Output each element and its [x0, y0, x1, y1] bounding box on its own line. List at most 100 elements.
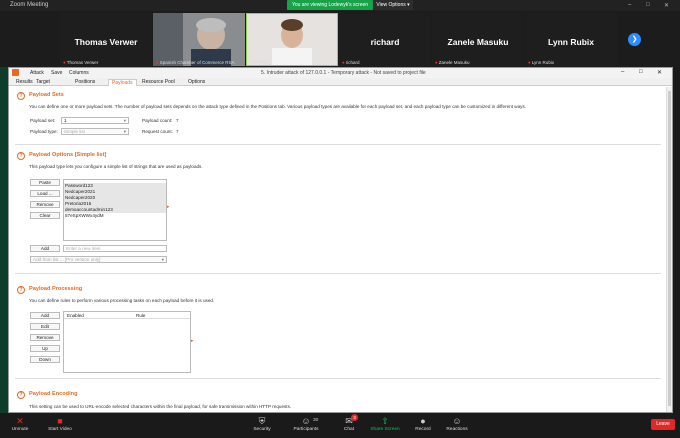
participant-tile[interactable]: Thomas Verwer ●Thomas Verwer [60, 13, 152, 66]
participant-tile-video-active[interactable]: Lodewyk [246, 13, 338, 66]
participant-label: Zanele Masuku [438, 60, 470, 65]
rule-edit-button[interactable]: Edit [30, 323, 60, 330]
remove-button[interactable]: Remove [30, 201, 60, 208]
video-off-icon: ■ [57, 416, 63, 426]
menu-save[interactable]: Save [51, 70, 62, 76]
maximize-icon[interactable]: □ [639, 69, 643, 75]
share-banner: You are viewing Lodewyk's screen [287, 0, 373, 10]
shield-icon: ⛨ [258, 416, 266, 426]
request-count-label: Request count: [142, 129, 173, 134]
burp-intruder-window: Attack Save Columns 5. Intruder attack o… [8, 67, 673, 413]
muted-mic-icon: ● [435, 60, 438, 65]
reactions-icon: ☺ [452, 416, 462, 426]
payload-encoding-title: Payload Encoding [29, 391, 78, 397]
tab-options[interactable]: Options [185, 79, 208, 86]
payload-list[interactable]: Password123 Nedcaper2021 Nedcaper2020 Pr… [63, 179, 167, 241]
minimize-icon[interactable]: – [628, 2, 631, 8]
participant-label: Lodewyk [250, 59, 268, 64]
participant-tile-video[interactable]: ●Spanish Chamber of Commerce RSA [153, 13, 245, 66]
participant-name: richard [370, 37, 400, 47]
burp-logo-icon [12, 69, 19, 76]
vertical-scrollbar[interactable] [666, 87, 672, 412]
minimize-icon[interactable]: – [621, 69, 624, 75]
burp-titlebar: Attack Save Columns 5. Intruder attack o… [9, 68, 672, 78]
burp-tabs: Results Target Positions Payloads Resour… [9, 78, 672, 86]
tab-target[interactable]: Target [33, 79, 53, 86]
menu-attack[interactable]: Attack [30, 70, 44, 76]
tab-positions[interactable]: Positions [72, 79, 98, 86]
burp-window-title: 5. Intruder attack of 127.0.0.1 - Tempor… [261, 70, 426, 76]
mic-muted-icon: ✕ [16, 416, 24, 426]
participant-name: Lynn Rubix [548, 37, 594, 47]
participant-tile[interactable]: richard ●richard [339, 13, 431, 66]
rule-up-button[interactable]: Up [30, 345, 60, 352]
payload-encoding-description: This setting can be used to URL-encode s… [29, 404, 292, 409]
help-icon[interactable]: ? [17, 152, 25, 160]
rule-remove-button[interactable]: Remove [30, 334, 60, 341]
payload-set-select[interactable]: 1 ▾ [61, 117, 129, 124]
clear-button[interactable]: Clear [30, 212, 60, 219]
payload-processing-title: Payload Processing [29, 286, 83, 292]
participant-tile[interactable]: Lynn Rubix ●Lynn Rubix [525, 13, 617, 66]
chevron-down-icon: ▾ [161, 257, 164, 262]
close-icon[interactable]: ✕ [664, 2, 669, 9]
muted-mic-icon: ● [342, 60, 345, 65]
help-icon[interactable]: ? [17, 286, 25, 294]
payload-type-select[interactable]: Simple list ▾ [61, 128, 129, 135]
muted-mic-icon: ● [63, 60, 66, 65]
participant-video [153, 13, 245, 66]
load-button[interactable]: Load ... [30, 190, 60, 197]
expand-arrow-icon[interactable]: ▸ [191, 338, 194, 344]
share-screen-icon: ⇧ [381, 416, 389, 426]
column-enabled[interactable]: Enabled [67, 313, 84, 318]
tab-resource-pool[interactable]: Resource Pool [139, 79, 178, 86]
payload-sets-description: You can define one or more payload sets.… [29, 104, 527, 109]
menu-columns[interactable]: Columns [69, 70, 89, 76]
close-icon[interactable]: ✕ [657, 69, 662, 76]
reactions-button[interactable]: ☺ Reactions [442, 415, 472, 432]
maximize-icon[interactable]: □ [646, 2, 650, 8]
payload-set-label: Payload set: [30, 118, 56, 123]
request-count-value: 7 [176, 129, 179, 134]
record-button[interactable]: ● Record [412, 415, 434, 432]
participant-tile[interactable]: Zanele Masuku ●Zanele Masuku [432, 13, 524, 66]
add-from-list-select[interactable]: Add from list ... [Pro version only] ▾ [30, 256, 167, 263]
processing-rules-table[interactable]: Enabled Rule [63, 311, 191, 373]
muted-mic-icon: ● [528, 60, 531, 65]
rule-down-button[interactable]: Down [30, 356, 60, 363]
help-icon[interactable]: ? [17, 92, 25, 100]
participant-gallery: Thomas Verwer ●Thomas Verwer ●Spanish Ch… [0, 11, 680, 67]
security-button[interactable]: ⛨ Security [250, 415, 274, 432]
rule-add-button[interactable]: Add [30, 312, 60, 319]
participant-label: richard [345, 60, 360, 65]
divider [15, 144, 661, 145]
table-header: Enabled Rule [64, 312, 190, 319]
participant-label: Lynn Rubix [531, 60, 555, 65]
record-icon: ● [420, 416, 426, 426]
zoom-window-title: Zoom Meeting [10, 2, 49, 8]
unmute-button[interactable]: ✕ Unmute [8, 415, 32, 432]
payload-processing-description: You can define rules to perform various … [29, 298, 215, 303]
chevron-down-icon: ▾ [123, 118, 126, 123]
next-page-icon[interactable]: ❯ [628, 33, 641, 46]
paste-button[interactable]: Paste [30, 179, 60, 186]
payload-type-label: Payload type: [30, 129, 58, 134]
column-rule[interactable]: Rule [136, 313, 145, 318]
participant-name: Zanele Masuku [447, 37, 509, 47]
scroll-thumb[interactable] [668, 91, 671, 406]
payload-sets-title: Payload Sets [29, 92, 64, 98]
expand-arrow-icon[interactable]: ▸ [167, 204, 170, 210]
share-screen-button[interactable]: ⇧ Share Screen [368, 415, 402, 432]
add-button[interactable]: Add [30, 245, 60, 252]
chevron-down-icon: ▾ [123, 129, 126, 134]
participant-label: Spanish Chamber of Commerce RSA [159, 60, 235, 65]
help-icon[interactable]: ? [17, 391, 25, 399]
divider [15, 378, 661, 379]
list-item[interactable]: 57eSpXWWx4ydM [64, 213, 166, 219]
chat-badge: 3 [351, 414, 358, 421]
new-item-input[interactable]: Enter a new item [63, 245, 167, 252]
leave-button[interactable]: Leave [651, 419, 675, 430]
tab-payloads[interactable]: Payloads [108, 79, 137, 86]
start-video-button[interactable]: ■ Start Video [44, 415, 76, 432]
view-options-button[interactable]: View Options ▾ [373, 0, 413, 10]
